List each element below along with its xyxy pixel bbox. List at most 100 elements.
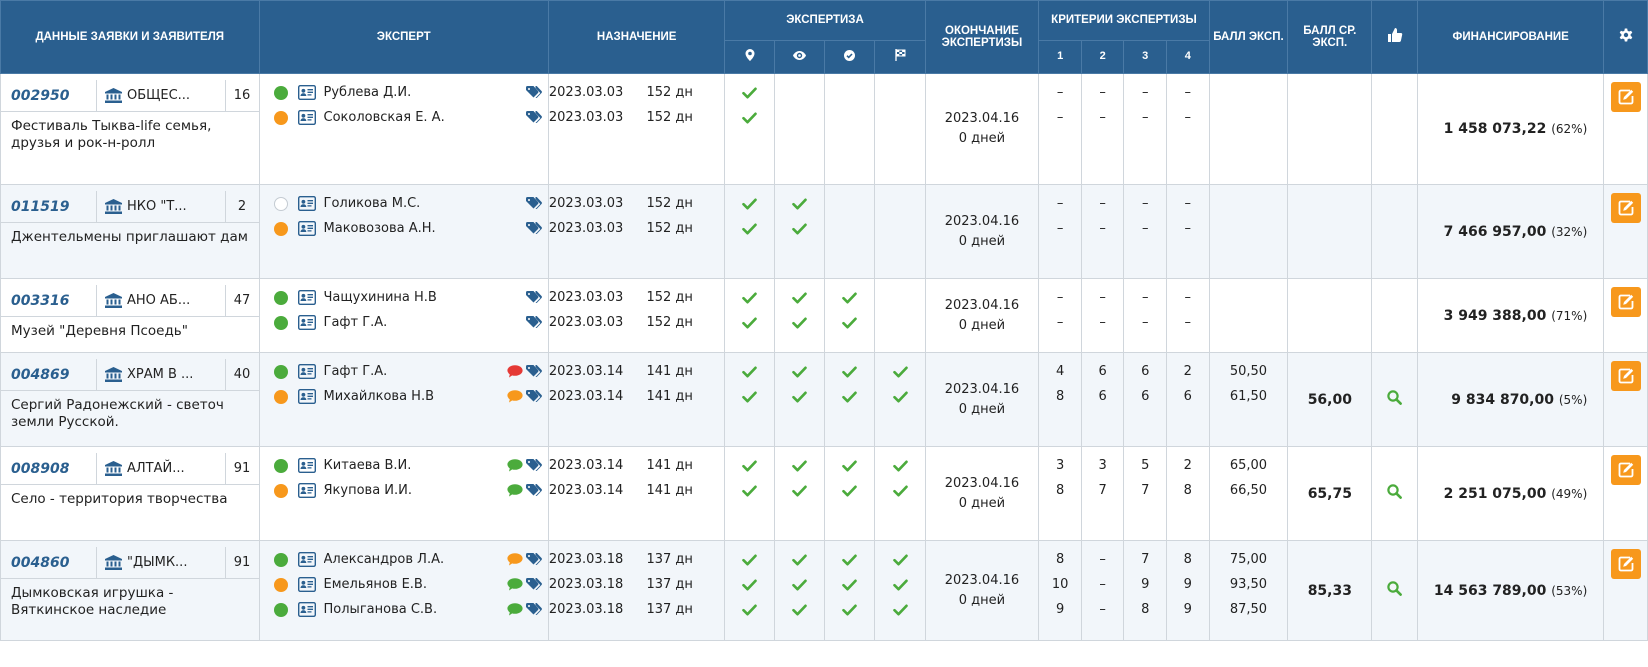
search-icon[interactable] [1387, 581, 1403, 596]
header-stage-location[interactable] [724, 40, 776, 74]
header-settings[interactable] [1603, 0, 1648, 74]
edit-button[interactable] [1610, 455, 1641, 485]
contact-card-icon[interactable] [297, 577, 316, 592]
tags-icon[interactable] [525, 602, 542, 617]
organization[interactable]: ОБЩЕС... [97, 80, 226, 111]
organization[interactable]: ХРАМ В ... [97, 359, 226, 390]
expert-name[interactable]: Соколовская Е. А. [324, 110, 526, 125]
application-code-link[interactable]: 003316 [1, 285, 97, 316]
contact-card-icon[interactable] [297, 290, 316, 305]
search-icon[interactable] [1387, 484, 1403, 499]
expert-name[interactable]: Полыганова С.В. [324, 602, 507, 617]
comment-icon[interactable] [507, 603, 523, 616]
tags-icon[interactable] [525, 85, 542, 100]
organization[interactable]: НКО "Т... [97, 191, 226, 222]
tags-icon[interactable] [525, 458, 542, 473]
expert-name[interactable]: Михайлкова Н.В [324, 389, 507, 404]
comment-icon[interactable] [507, 459, 523, 472]
comment-icon[interactable] [507, 484, 523, 497]
expert-item[interactable]: Соколовская Е. А. [273, 105, 542, 130]
organization[interactable]: АЛТАЙ... [97, 453, 226, 484]
expert-score: 50,50 [1229, 364, 1268, 379]
contact-card-icon[interactable] [297, 458, 316, 473]
header-stage-finish[interactable] [874, 40, 926, 74]
expert-item[interactable]: Якупова И.И. [273, 478, 542, 503]
header-assign[interactable]: НАЗНАЧЕНИЕ [547, 0, 726, 74]
expert-name[interactable]: Александров Л.А. [324, 552, 507, 567]
expert-item[interactable]: Гафт Г.А. [273, 359, 542, 384]
expert-name[interactable]: Гафт Г.А. [324, 364, 507, 379]
search-icon[interactable] [1387, 390, 1403, 405]
contact-card-icon[interactable] [297, 85, 316, 100]
check-icon [742, 292, 758, 304]
expert-item[interactable]: Рублева Д.И. [273, 80, 542, 105]
header-crit-1[interactable]: 1 [1038, 40, 1082, 74]
application-code-link[interactable]: 008908 [1, 453, 97, 484]
comment-icon[interactable] [507, 553, 523, 566]
tags-icon[interactable] [525, 221, 542, 236]
tags-icon[interactable] [525, 290, 542, 305]
tags-icon[interactable] [525, 196, 542, 211]
contact-card-icon[interactable] [297, 196, 316, 211]
contact-card-icon[interactable] [297, 364, 316, 379]
expert-name[interactable]: Якупова И.И. [324, 483, 507, 498]
expert-item[interactable]: Маковозова А.Н. [273, 216, 542, 241]
expert-item[interactable]: Гафт Г.А. [273, 310, 542, 335]
application-code-link[interactable]: 004860 [1, 547, 97, 578]
tags-icon[interactable] [525, 364, 542, 379]
expert-name[interactable]: Чащухинина Н.В [324, 290, 526, 305]
contact-card-icon[interactable] [297, 389, 316, 404]
comment-icon[interactable] [507, 390, 523, 403]
header-applicant[interactable]: ДАННЫЕ ЗАЯВКИ И ЗАЯВИТЕЛЯ [0, 0, 260, 74]
header-crit-4[interactable]: 4 [1166, 40, 1210, 74]
header-avg-score[interactable]: БАЛЛ СР. ЭКСП. [1287, 0, 1373, 74]
header-end[interactable]: ОКОНЧАНИЕ ЭКСПЕРТИЗЫ [924, 0, 1040, 74]
header-financing[interactable]: ФИНАНСИРОВАНИЕ [1417, 0, 1605, 74]
contact-card-icon[interactable] [297, 483, 316, 498]
edit-button[interactable] [1610, 361, 1641, 391]
tags-icon[interactable] [525, 552, 542, 567]
application-code-link[interactable]: 004869 [1, 359, 97, 390]
tags-icon[interactable] [525, 483, 542, 498]
tags-icon[interactable] [525, 577, 542, 592]
header-stage-done[interactable] [824, 40, 876, 74]
organization[interactable]: АНО АБ... [97, 285, 226, 316]
expert-name[interactable]: Голикова М.С. [324, 196, 526, 211]
edit-button[interactable] [1610, 287, 1641, 317]
expert-item[interactable]: Михайлкова Н.В [273, 384, 542, 409]
header-crit-2[interactable]: 2 [1080, 40, 1125, 74]
expert-name[interactable]: Рублева Д.И. [324, 85, 526, 100]
tags-icon[interactable] [525, 389, 542, 404]
tags-icon[interactable] [525, 315, 542, 330]
header-score[interactable]: БАЛЛ ЭКСП. [1208, 0, 1289, 74]
edit-button[interactable] [1610, 82, 1641, 112]
expert-name[interactable]: Китаева В.И. [324, 458, 507, 473]
contact-card-icon[interactable] [297, 110, 316, 125]
header-stage-view[interactable] [774, 40, 826, 74]
contact-card-icon[interactable] [297, 602, 316, 617]
header-crit-3[interactable]: 3 [1123, 40, 1167, 74]
header-expert[interactable]: ЭКСПЕРТ [258, 0, 549, 74]
expert-item[interactable]: Чащухинина Н.В [273, 285, 542, 310]
expert-item[interactable]: Александров Л.А. [273, 547, 542, 572]
application-code-link[interactable]: 002950 [1, 80, 97, 111]
contact-card-icon[interactable] [297, 221, 316, 236]
expert-item[interactable]: Китаева В.И. [273, 453, 542, 478]
expert-item[interactable]: Голикова М.С. [273, 191, 542, 216]
expert-name[interactable]: Маковозова А.Н. [324, 221, 526, 236]
tags-icon[interactable] [525, 110, 542, 125]
edit-button[interactable] [1610, 549, 1641, 579]
expert-name[interactable]: Емельянов Е.В. [324, 577, 507, 592]
organization[interactable]: "ДЫМК... [97, 547, 226, 578]
application-code-link[interactable]: 011519 [1, 191, 97, 222]
expert-item[interactable]: Полыганова С.В. [273, 597, 542, 622]
expert-item[interactable]: Емельянов Е.В. [273, 572, 542, 597]
expert-name[interactable]: Гафт Г.А. [324, 315, 526, 330]
contact-card-icon[interactable] [297, 552, 316, 567]
edit-button[interactable] [1610, 193, 1641, 223]
comment-icon[interactable] [507, 365, 523, 378]
contact-card-icon[interactable] [297, 315, 316, 330]
financing-amount: 9 834 870,00 [1451, 391, 1554, 408]
comment-icon[interactable] [507, 578, 523, 591]
header-like[interactable] [1371, 0, 1419, 74]
